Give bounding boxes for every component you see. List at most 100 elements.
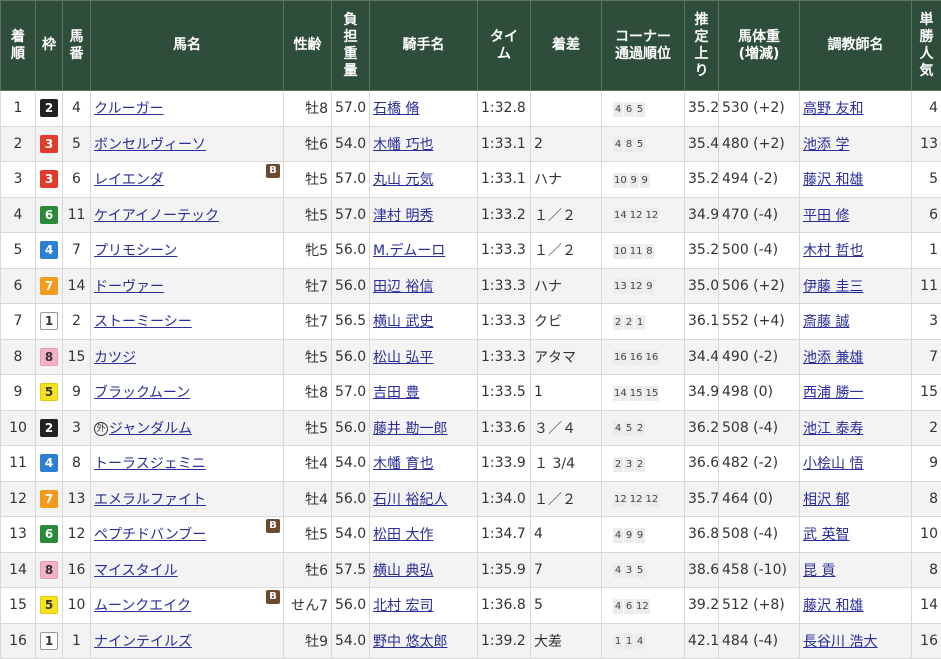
trainer-link[interactable]: 藤沢 和雄 [803, 172, 863, 188]
jockey-link[interactable]: 吉田 豊 [373, 385, 419, 401]
waku-badge: 4 [40, 241, 58, 259]
waku-badge: 8 [40, 561, 58, 579]
corner-position: 5 [635, 137, 645, 152]
trainer-link[interactable]: 高野 友和 [803, 101, 863, 117]
trainer-link[interactable]: 藤沢 和雄 [803, 598, 863, 614]
foreign-mark-icon: 外 [94, 422, 108, 436]
trainer-link[interactable]: 西浦 勝一 [803, 385, 863, 401]
header-time: タイム [478, 1, 531, 91]
corner-position: 9 [644, 279, 654, 294]
jockey-link[interactable]: 北村 宏司 [373, 598, 433, 614]
margin-cell: ハナ [531, 268, 602, 304]
trainer-link[interactable]: 長谷川 浩大 [803, 634, 877, 650]
trainer-link[interactable]: 伊藤 圭三 [803, 279, 863, 295]
jockey-link[interactable]: 田辺 裕信 [373, 279, 433, 295]
horse-name-link[interactable]: プリモシーン [94, 243, 177, 259]
trainer-link[interactable]: 小桧山 悟 [803, 456, 863, 472]
sex-age-cell: 牡8 [284, 91, 332, 127]
jockey-link[interactable]: 木幡 巧也 [373, 137, 433, 153]
rank-cell: 2 [1, 126, 36, 162]
horse-name-link[interactable]: ケイアイノーテック [94, 208, 219, 224]
horse-name-link[interactable]: ストーミーシー [94, 314, 192, 330]
rank-cell: 15 [1, 588, 36, 624]
corner-position: 8 [624, 137, 634, 152]
waku-cell: 7 [36, 268, 63, 304]
jockey-cell: 松田 大作 [370, 517, 478, 553]
table-row: 13612ペプチドバンブーB牡554.0松田 大作1:34.7449936.85… [1, 517, 941, 553]
jockey-link[interactable]: 横山 武史 [373, 314, 433, 330]
time-cell: 1:33.5 [478, 375, 531, 411]
corner-position: 4 [613, 102, 623, 117]
weight-carried-cell: 56.0 [332, 588, 370, 624]
waku-badge: 7 [40, 277, 58, 295]
corner-cell: 221 [602, 304, 685, 340]
horse-name-link[interactable]: ジャンダルム [109, 421, 192, 437]
jockey-link[interactable]: 石川 裕紀人 [373, 492, 447, 508]
horse-name-link[interactable]: ペプチドバンブー [94, 527, 206, 543]
weight-carried-cell: 56.5 [332, 304, 370, 340]
horse-name-link[interactable]: ムーンクエイク [94, 598, 191, 614]
rank-cell: 4 [1, 197, 36, 233]
header-corner: コーナー通過順位 [602, 1, 685, 91]
trainer-link[interactable]: 池江 泰寿 [803, 421, 863, 437]
corner-position: 12 [644, 492, 659, 507]
weight-carried-cell: 57.5 [332, 552, 370, 588]
jockey-link[interactable]: 石橋 脩 [373, 101, 419, 117]
jockey-link[interactable]: 丸山 元気 [373, 172, 433, 188]
trainer-link[interactable]: 相沢 郁 [803, 492, 849, 508]
margin-cell: 1 [531, 375, 602, 411]
blinker-icon: B [266, 590, 280, 604]
corner-position: 4 [635, 634, 645, 649]
trainer-link[interactable]: 池添 学 [803, 137, 849, 153]
table-row: 1023外ジャンダルム牡556.0藤井 勘一郎1:33.6３／４45236.25… [1, 410, 941, 446]
trainer-link[interactable]: 斎藤 誠 [803, 314, 849, 330]
trainer-link[interactable]: 木村 哲也 [803, 243, 863, 259]
horse-name-link[interactable]: ブラックムーン [94, 385, 190, 401]
trainer-cell: 斎藤 誠 [800, 304, 912, 340]
horse-cell: クルーガー [91, 91, 284, 127]
weight-carried-cell: 54.0 [332, 446, 370, 482]
horse-name-link[interactable]: マイスタイル [94, 563, 178, 579]
last3f-cell: 39.2 [685, 588, 719, 624]
jockey-link[interactable]: 松山 弘平 [373, 350, 433, 366]
trainer-link[interactable]: 平田 修 [803, 208, 849, 224]
jockey-link[interactable]: 藤井 勘一郎 [373, 421, 447, 437]
umaban-cell: 7 [63, 233, 91, 269]
horse-name-link[interactable]: エメラルファイト [94, 492, 206, 508]
time-cell: 1:33.3 [478, 268, 531, 304]
corner-position: 1 [613, 634, 623, 649]
trainer-link[interactable]: 昆 貢 [803, 563, 835, 579]
body-weight-cell: 508 (-4) [719, 517, 800, 553]
jockey-link[interactable]: 木幡 育也 [373, 456, 433, 472]
horse-name-link[interactable]: ナインテイルズ [94, 634, 192, 650]
popularity-cell: 1 [912, 233, 941, 269]
horse-name-link[interactable]: トーラスジェミニ [94, 456, 206, 472]
jockey-link[interactable]: 松田 大作 [373, 527, 433, 543]
horse-name-link[interactable]: ボンセルヴィーソ [94, 137, 206, 153]
horse-name-link[interactable]: レイエンダ [94, 172, 164, 188]
corner-position: 1 [624, 634, 634, 649]
trainer-link[interactable]: 武 英智 [803, 527, 849, 543]
corner-position: 16 [613, 350, 628, 365]
trainer-link[interactable]: 池添 兼雄 [803, 350, 863, 366]
horse-name-link[interactable]: ドーヴァー [94, 279, 164, 295]
horse-cell: ストーミーシー [91, 304, 284, 340]
trainer-cell: 武 英智 [800, 517, 912, 553]
popularity-cell: 11 [912, 268, 941, 304]
waku-cell: 3 [36, 126, 63, 162]
jockey-link[interactable]: 横山 典弘 [373, 563, 433, 579]
horse-name-link[interactable]: クルーガー [94, 101, 164, 117]
jockey-link[interactable]: 野中 悠太郎 [373, 634, 447, 650]
corner-position: 5 [635, 563, 645, 578]
corner-cell: 465 [602, 91, 685, 127]
corner-position: 2 [635, 421, 645, 436]
jockey-link[interactable]: M.デムーロ [373, 243, 445, 259]
last3f-cell: 34.4 [685, 339, 719, 375]
sex-age-cell: 牡8 [284, 375, 332, 411]
corner-positions: 141515 [613, 386, 659, 401]
header-popularity: 単勝人気 [912, 1, 941, 91]
trainer-cell: 池江 泰寿 [800, 410, 912, 446]
corner-positions: 114 [613, 634, 645, 649]
horse-name-link[interactable]: カツジ [94, 350, 136, 366]
jockey-link[interactable]: 津村 明秀 [373, 208, 433, 224]
